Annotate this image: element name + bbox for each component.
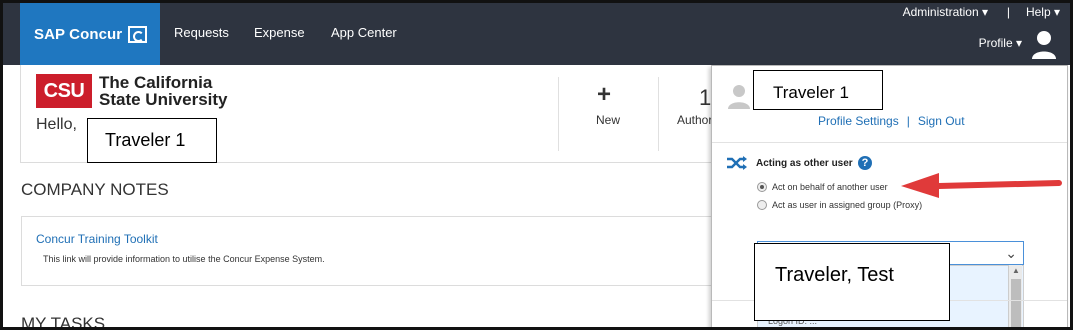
concur-logo-icon bbox=[128, 25, 148, 43]
profile-links: Profile Settings | Sign Out bbox=[818, 114, 965, 128]
red-arrow-icon bbox=[901, 173, 1062, 198]
chevron-down-icon: ⌄ bbox=[1005, 245, 1017, 261]
scroll-thumb[interactable] bbox=[1011, 279, 1021, 327]
act-as-proxy-label[interactable]: Act as user in assigned group (Proxy) bbox=[772, 200, 922, 210]
act-as-proxy-radio[interactable] bbox=[757, 200, 767, 210]
act-on-behalf-radio[interactable] bbox=[757, 182, 767, 192]
help-label: Help bbox=[1025, 5, 1051, 19]
user-avatar-icon[interactable] bbox=[1030, 29, 1058, 59]
csu-logo: CSU bbox=[36, 74, 92, 108]
annotation-box-select: Traveler, Test bbox=[754, 243, 950, 321]
nav-expense[interactable]: Expense bbox=[254, 25, 305, 40]
university-name: The California State University bbox=[99, 74, 228, 108]
chevron-down-icon: ▾ bbox=[981, 5, 988, 19]
screenshot-frame: SAP Concur Requests Expense App Center A… bbox=[0, 0, 1073, 330]
chevron-down-icon: ▾ bbox=[1053, 5, 1060, 19]
annotation-box-header: Traveler 1 bbox=[87, 118, 217, 163]
sap-concur-logo[interactable]: SAP Concur bbox=[20, 3, 160, 65]
university-name-line1: The California bbox=[99, 73, 213, 92]
info-icon[interactable]: ? bbox=[858, 156, 872, 170]
nav-requests[interactable]: Requests bbox=[174, 25, 229, 40]
greeting-text: Hello, bbox=[36, 116, 77, 133]
scroll-up-icon[interactable]: ▲ bbox=[1009, 266, 1023, 275]
link-separator: | bbox=[906, 114, 910, 128]
list-scrollbar[interactable]: ▲ bbox=[1008, 265, 1023, 327]
user-avatar-icon bbox=[728, 85, 750, 109]
sign-out-link[interactable]: Sign Out bbox=[918, 114, 965, 128]
company-notes-heading: COMPANY NOTES bbox=[21, 180, 169, 199]
administration-label: Administration bbox=[902, 5, 979, 19]
divider bbox=[658, 77, 659, 151]
profile-settings-link[interactable]: Profile Settings bbox=[818, 114, 899, 128]
acting-as-other-user-title: Acting as other user bbox=[756, 158, 853, 169]
profile-menu[interactable]: Profile ▾ bbox=[979, 36, 1022, 50]
top-navigation-bar: SAP Concur Requests Expense App Center A… bbox=[3, 3, 1070, 65]
annotation-box-panel: Traveler 1 bbox=[753, 70, 883, 110]
nav-app-center[interactable]: App Center bbox=[331, 25, 397, 40]
plus-icon[interactable]: + bbox=[597, 81, 611, 109]
divider bbox=[558, 77, 559, 151]
help-menu[interactable]: Help ▾ bbox=[1026, 5, 1060, 19]
chevron-down-icon: ▾ bbox=[1015, 36, 1022, 50]
divider bbox=[712, 142, 1067, 143]
training-toolkit-link[interactable]: Concur Training Toolkit bbox=[36, 232, 158, 246]
training-toolkit-description: This link will provide information to ut… bbox=[43, 254, 325, 264]
my-tasks-heading: MY TASKS bbox=[21, 314, 106, 330]
shuffle-icon bbox=[727, 156, 747, 170]
menu-separator: | bbox=[1006, 5, 1010, 19]
act-on-behalf-label[interactable]: Act on behalf of another user bbox=[772, 182, 888, 192]
university-name-line2: State University bbox=[99, 90, 228, 109]
brand-name: SAP Concur bbox=[34, 25, 123, 43]
administration-menu[interactable]: Administration ▾ bbox=[903, 5, 988, 19]
new-button-label[interactable]: New bbox=[596, 113, 620, 127]
company-notes-card: Concur Training Toolkit This link will p… bbox=[21, 216, 741, 286]
profile-label: Profile bbox=[978, 36, 1013, 50]
